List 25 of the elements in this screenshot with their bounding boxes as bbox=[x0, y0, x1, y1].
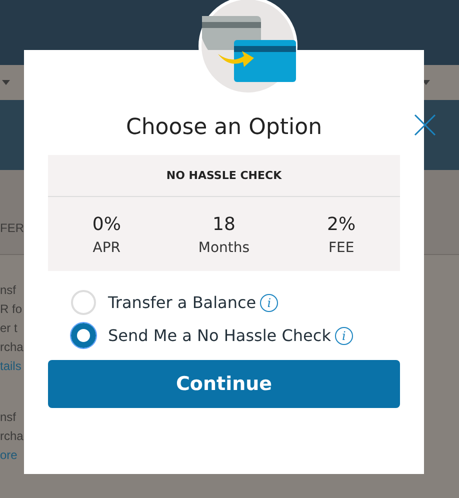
term-label: Months bbox=[198, 239, 250, 258]
term-value: 2% bbox=[327, 213, 356, 238]
background-text: nsf bbox=[0, 282, 16, 299]
offer-heading: NO HASSLE CHECK bbox=[48, 155, 400, 198]
info-icon[interactable]: i bbox=[260, 294, 278, 312]
info-icon[interactable]: i bbox=[334, 326, 353, 345]
term-label: FEE bbox=[328, 239, 354, 258]
option-label: Send Me a No Hassle Check bbox=[108, 324, 331, 347]
term-value: 18 bbox=[212, 213, 236, 238]
background-text: rcha bbox=[0, 339, 24, 356]
background-text: FER bbox=[0, 220, 24, 237]
background-text: nsf bbox=[0, 409, 16, 426]
dialog-title: Choose an Option bbox=[124, 114, 324, 142]
option-label: Transfer a Balance bbox=[108, 292, 256, 314]
background-text: er t bbox=[0, 320, 18, 337]
close-button[interactable] bbox=[414, 112, 436, 134]
caret-icon bbox=[2, 80, 10, 85]
background-link-text: ore bbox=[0, 447, 18, 464]
term-value: 0% bbox=[92, 213, 121, 238]
background-text: R fo bbox=[0, 301, 22, 318]
continue-button[interactable]: Continue bbox=[48, 360, 400, 408]
background-link-text: tails bbox=[0, 358, 22, 375]
term-label: APR bbox=[92, 239, 121, 258]
background-text: rcha bbox=[0, 428, 24, 445]
radio-button[interactable] bbox=[71, 323, 96, 348]
